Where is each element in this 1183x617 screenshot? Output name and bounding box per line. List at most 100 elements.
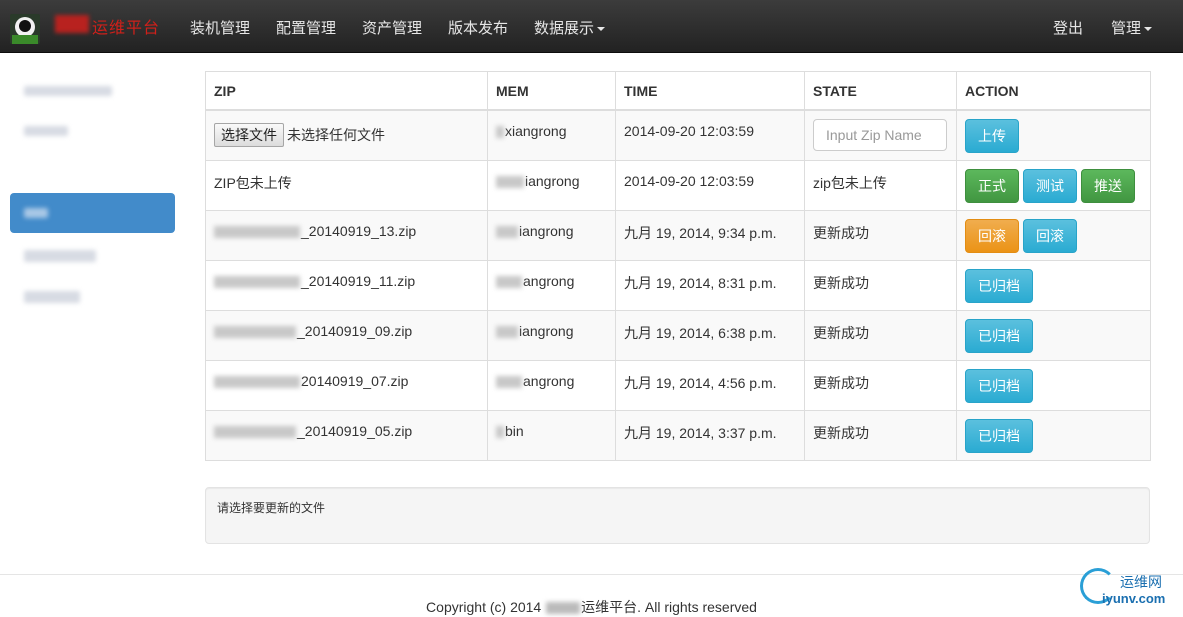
- nav-item-config[interactable]: 配置管理: [276, 17, 336, 38]
- action-cell: 已归档: [956, 309, 1151, 361]
- footer-suffix: 运维平台. All rights reserved: [581, 599, 757, 615]
- table-header-row: ZIP MEM TIME STATE ACTION: [205, 71, 1151, 111]
- mem-cell: bin: [487, 409, 616, 461]
- state-cell: 更新成功: [804, 259, 957, 311]
- rollback-button-secondary[interactable]: 回滚: [1023, 218, 1077, 253]
- caret-down-icon: [597, 27, 606, 32]
- footer-divider: [0, 574, 1183, 575]
- column-header-zip: ZIP: [205, 71, 488, 111]
- zip-cell: _20140919_09.zip: [205, 309, 488, 361]
- admin-dropdown[interactable]: 管理: [1111, 17, 1153, 38]
- redacted-text: [214, 325, 296, 338]
- redacted-text: [496, 325, 518, 338]
- nav-item-release[interactable]: 版本发布: [448, 17, 508, 38]
- brand-title[interactable]: 运维平台: [92, 14, 160, 38]
- sidebar-item-4-redacted[interactable]: [24, 250, 96, 262]
- sidebar-item-2-redacted[interactable]: [24, 126, 68, 136]
- table-row: _20140919_05.zip bin 九月 19, 2014, 3:37 p…: [205, 409, 1151, 461]
- state-cell: 更新成功: [804, 409, 957, 461]
- upload-row: 选择文件 未选择任何文件 xiangrong 2014-09-20 12:03:5…: [205, 109, 1151, 161]
- mem-text: bin: [505, 422, 524, 439]
- state-cell: 更新成功: [804, 359, 957, 411]
- footer: Copyright (c) 2014 运维平台. All rights rese…: [0, 597, 1183, 617]
- redacted-text: [214, 375, 300, 388]
- redacted-text: [496, 375, 522, 388]
- redacted-text: [496, 275, 522, 288]
- column-header-state: STATE: [804, 71, 957, 111]
- mem-text: angrong: [523, 272, 575, 289]
- table-row: _20140919_11.zip angrong 九月 19, 2014, 8:…: [205, 259, 1151, 311]
- zip-cell: _20140919_11.zip: [205, 259, 488, 311]
- message-box: 请选择要更新的文件: [205, 487, 1150, 544]
- zip-filename: _20140919_05.zip: [297, 422, 413, 439]
- zip-cell: ZIP包未上传: [205, 159, 488, 211]
- mem-cell: angrong: [487, 259, 616, 311]
- push-button[interactable]: 推送: [1081, 168, 1135, 203]
- nav-item-install[interactable]: 装机管理: [190, 17, 250, 38]
- rollback-button[interactable]: 回滚: [965, 218, 1019, 253]
- sidebar-item-1-redacted[interactable]: [24, 86, 112, 96]
- mem-text: iangrong: [519, 222, 574, 239]
- sidebar-item-5-redacted[interactable]: [24, 291, 80, 303]
- redacted-text: [546, 602, 581, 615]
- caret-down-icon: [1144, 27, 1153, 32]
- zip-filename: 20140919_07.zip: [301, 372, 409, 389]
- nav-item-data-dropdown[interactable]: 数据展示: [534, 17, 606, 38]
- sidebar-item-active-redacted: [24, 208, 48, 218]
- release-table: ZIP MEM TIME STATE ACTION 选择文件 未选择任何文件 xi…: [205, 71, 1151, 461]
- table-row: 20140919_07.zip angrong 九月 19, 2014, 4:5…: [205, 359, 1151, 411]
- mem-text: iangrong: [519, 322, 574, 339]
- redacted-text: [214, 275, 300, 288]
- column-header-time: TIME: [615, 71, 805, 111]
- zip-cell: _20140919_05.zip: [205, 409, 488, 461]
- footer-prefix: Copyright (c) 2014: [426, 599, 542, 615]
- watermark-url: iyunv.com: [1102, 591, 1166, 606]
- release-production-button[interactable]: 正式: [965, 168, 1019, 203]
- action-cell: 正式 测试 推送: [956, 159, 1151, 211]
- action-cell: 上传: [956, 109, 1151, 161]
- table-row: _20140919_09.zip iangrong 九月 19, 2014, 6…: [205, 309, 1151, 361]
- mem-text: angrong: [523, 372, 575, 389]
- file-status: 未选择任何文件: [287, 127, 385, 143]
- sidebar-item-active[interactable]: [10, 193, 175, 233]
- time-cell: 九月 19, 2014, 6:38 p.m.: [615, 309, 805, 361]
- mem-text: iangrong: [525, 172, 580, 189]
- zip-name-input[interactable]: [813, 119, 947, 151]
- zip-cell: 选择文件 未选择任何文件: [205, 109, 488, 161]
- redacted-text: [496, 175, 524, 188]
- archived-button[interactable]: 已归档: [965, 268, 1033, 303]
- redacted-text: [496, 425, 504, 438]
- action-cell: 回滚 回滚: [956, 209, 1151, 261]
- archived-button[interactable]: 已归档: [965, 418, 1033, 453]
- time-cell: 九月 19, 2014, 3:37 p.m.: [615, 409, 805, 461]
- logout-link[interactable]: 登出: [1053, 17, 1083, 38]
- redacted-text: [214, 425, 296, 438]
- watermark-cn: 运维网: [1120, 574, 1162, 590]
- mem-cell: angrong: [487, 359, 616, 411]
- nav-item-data-label: 数据展示: [534, 20, 595, 37]
- column-header-mem: MEM: [487, 71, 616, 111]
- nav-item-assets[interactable]: 资产管理: [362, 17, 422, 38]
- time-cell: 九月 19, 2014, 9:34 p.m.: [615, 209, 805, 261]
- release-test-button[interactable]: 测试: [1023, 168, 1077, 203]
- zip-filename: _20140919_13.zip: [301, 222, 417, 239]
- archived-button[interactable]: 已归档: [965, 368, 1033, 403]
- mem-text: xiangrong: [505, 123, 567, 139]
- upload-button[interactable]: 上传: [965, 119, 1019, 153]
- zip-filename: _20140919_09.zip: [297, 322, 413, 339]
- table-row: ZIP包未上传 iangrong 2014-09-20 12:03:59 zip…: [205, 159, 1151, 211]
- time-cell: 九月 19, 2014, 4:56 p.m.: [615, 359, 805, 411]
- message-text: 请选择要更新的文件: [217, 501, 326, 515]
- zip-filename: _20140919_11.zip: [301, 272, 416, 289]
- table-row: _20140919_13.zip iangrong 九月 19, 2014, 9…: [205, 209, 1151, 261]
- state-cell: 更新成功: [804, 309, 957, 361]
- state-cell: 更新成功: [804, 209, 957, 261]
- action-cell: 已归档: [956, 259, 1151, 311]
- mem-cell: iangrong: [487, 159, 616, 211]
- archived-button[interactable]: 已归档: [965, 318, 1033, 353]
- brand-logo-icon[interactable]: [10, 14, 40, 44]
- time-cell: 2014-09-20 12:03:59: [615, 109, 805, 161]
- brand-name-redacted: [55, 15, 89, 33]
- admin-label: 管理: [1111, 20, 1142, 37]
- choose-file-button[interactable]: 选择文件: [214, 123, 284, 147]
